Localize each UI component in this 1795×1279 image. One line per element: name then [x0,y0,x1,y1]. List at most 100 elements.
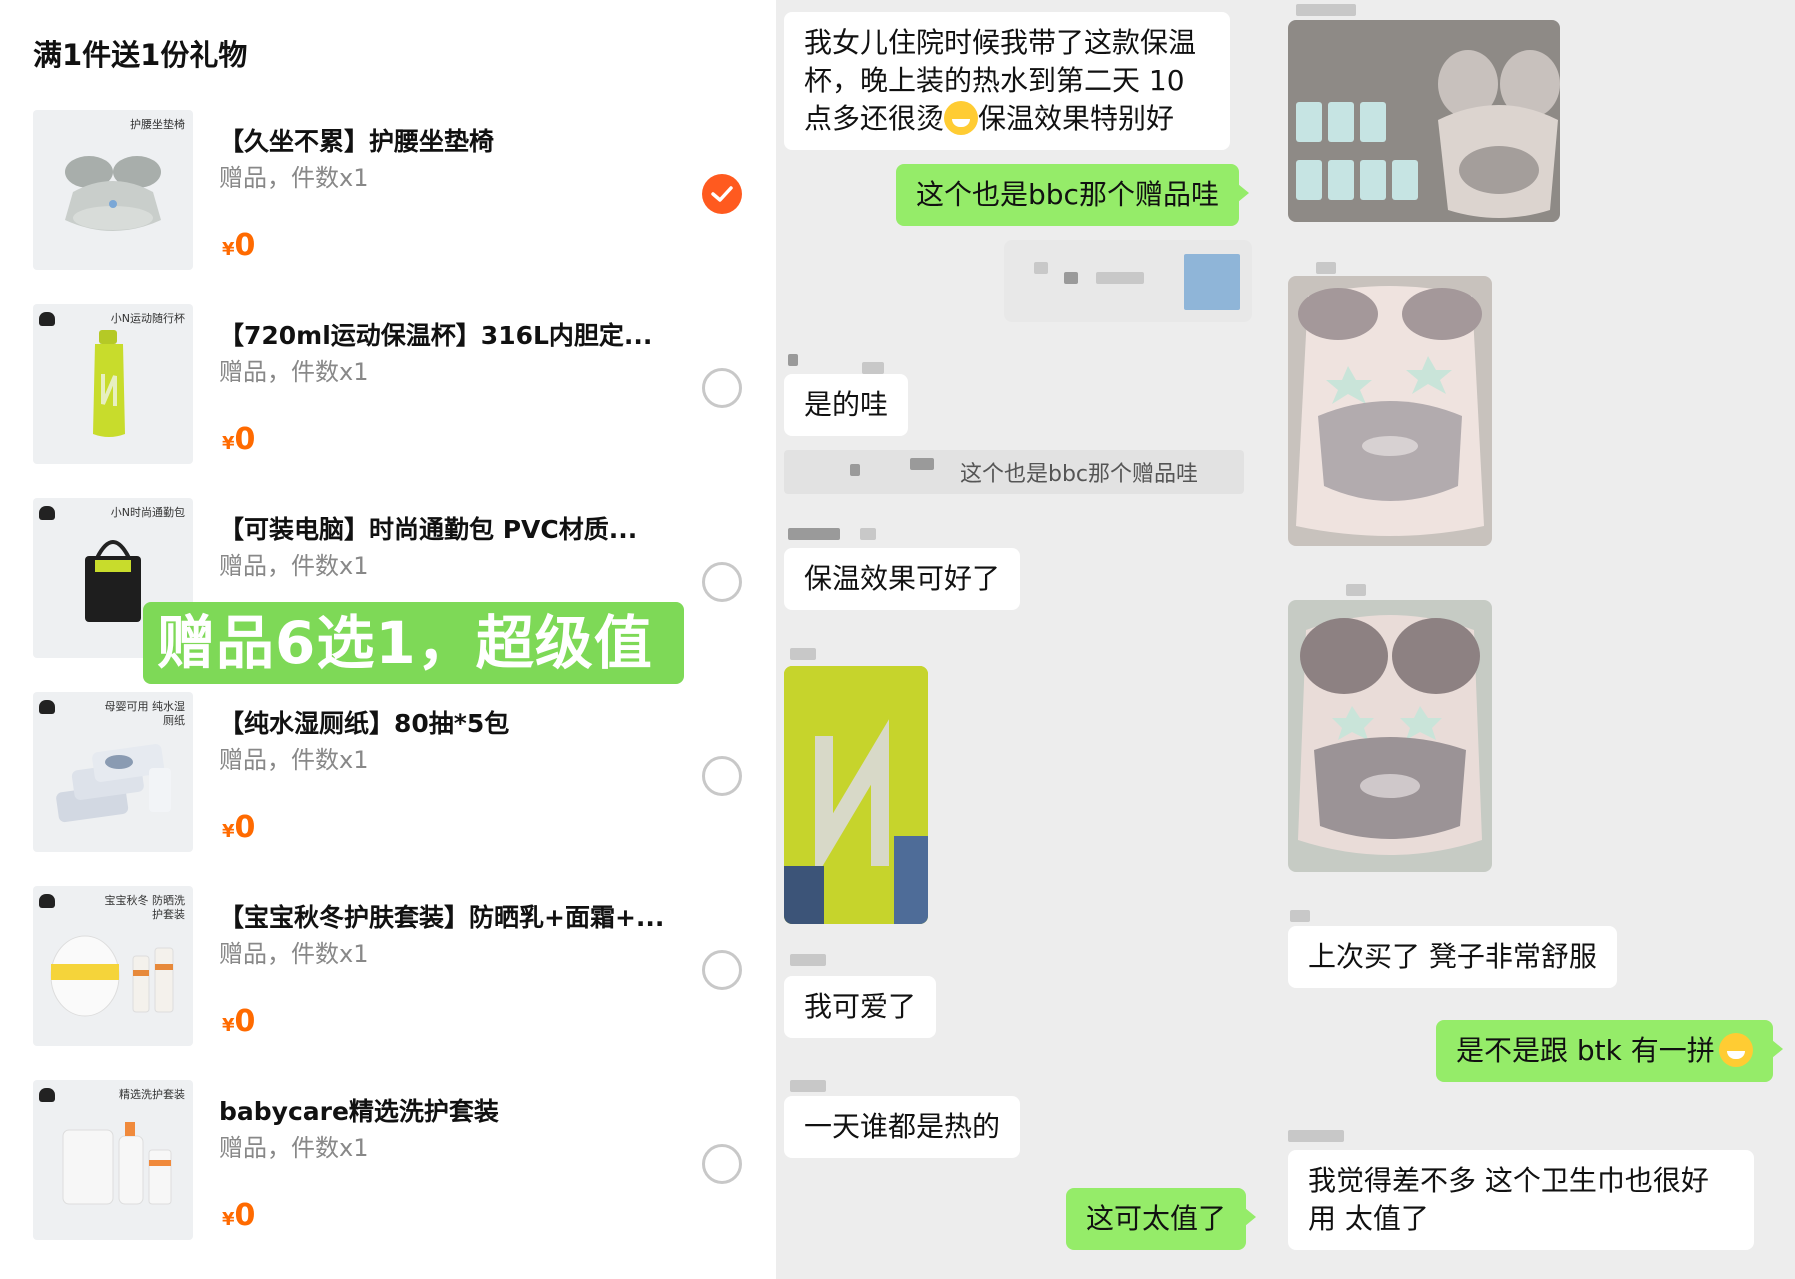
promo-banner: 赠品6选1，超级值 [143,602,684,684]
chat-bubble-me: 这个也是bbc那个赠品哇 [896,164,1249,226]
product-thumbnail: 母婴可用 纯水湿厕纸 [33,692,193,852]
forwarded-card[interactable] [1004,240,1252,322]
message-text: 一天谁都是热的 [804,1110,1001,1143]
chat-bubble-other: 我女儿住院时候我带了这款保温杯，晚上装的热水到第二天 10 点多还很烫 保温效果特… [784,12,1230,150]
gift-price: ¥0 [222,810,255,845]
chat-bubble-me: 是不是跟 btk 有一拼 [1436,1020,1783,1082]
blurred-text [1064,272,1078,284]
washcare-icon [62,1122,172,1205]
blurred-sender-name [1296,4,1356,16]
product-thumbnail: 精选洗护套装 [33,1080,193,1240]
currency-symbol: ¥ [222,433,235,454]
currency-symbol: ¥ [222,1209,235,1230]
product-thumbnail: 护腰坐垫椅 [33,110,193,270]
message-text: 保温效果可好了 [804,562,1001,595]
price-value: 0 [234,228,256,263]
blurred-sender-name [788,354,798,366]
product-thumbnail: 宝宝秋冬 防晒洗护套装 [33,886,193,1046]
gift-price: ¥0 [222,228,255,263]
message-text: 这个也是bbc那个赠品哇 [916,178,1219,211]
price-value: 0 [234,810,256,845]
grin-emoji-icon [1718,1033,1753,1067]
chat-bubble-other: 一天谁都是热的 [784,1096,1021,1158]
blurred-sender-name [860,528,876,540]
gift-price: ¥0 [222,1004,255,1039]
gift-quantity: 赠品，件数x1 [219,552,369,580]
card-thumbnail [1184,254,1240,310]
gift-quantity: 赠品，件数x1 [219,940,369,968]
message-text: 上次买了 凳子非常舒服 [1308,940,1597,973]
blurred-sender-name [790,954,826,966]
gift-item-washcare-set[interactable]: 精选洗护套装 babycare精选洗护套装 赠品，件数x1 ¥0 [0,1070,776,1240]
price-value: 0 [234,1004,256,1039]
blurred-sender-name [788,528,840,540]
currency-symbol: ¥ [222,1015,235,1036]
gift-item-skincare-set[interactable]: 宝宝秋冬 防晒洗护套装 【宝宝秋冬护肤套装】防晒乳+面霜+... 赠品，件数x1… [0,876,776,1046]
blurred-sender-name [1290,910,1310,922]
chat-bubble-other: 保温效果可好了 [784,548,1021,610]
unselected-radio[interactable] [702,368,742,408]
chat-photo-tumbler[interactable] [784,666,928,924]
gift-item-cushion[interactable]: 护腰坐垫椅 【久坐不累】护腰坐垫椅 赠品，件数x1 ¥0 [0,100,776,270]
quote-text: 这个也是bbc那个赠品哇 [960,462,1199,487]
gift-quantity: 赠品，件数x1 [219,1134,369,1162]
blurred-sender-name [1316,262,1336,274]
laugh-emoji-icon [944,101,979,135]
message-text: 是不是跟 btk 有一拼 [1456,1034,1715,1067]
currency-symbol: ¥ [222,239,235,260]
message-text: 是的哇 [804,388,889,421]
quoted-message[interactable]: 这个也是bbc那个赠品哇 [784,450,1244,494]
gift-quantity: 赠品，件数x1 [219,164,369,192]
selected-checkmark-radio[interactable] [702,174,742,214]
gift-name: 【可装电脑】时尚通勤包 PVC材质... [219,515,638,544]
blurred-sender-name [1346,584,1366,596]
tumbler-icon [93,330,125,437]
gift-name: 【久坐不累】护腰坐垫椅 [219,127,495,156]
panel-title: 满1件送1份礼物 [33,38,248,72]
blurred-sender-name [1288,1130,1344,1142]
pink-cushion-photo-icon [1296,286,1484,536]
gift-name: 【720ml运动保温杯】316L内胆定... [219,321,653,350]
chat-photo-cushion[interactable] [1288,20,1560,222]
message-text: 我觉得差不多 这个卫生巾也很好用 太值了 [1308,1164,1709,1235]
message-text-tail: 保温效果特别好 [978,102,1175,135]
cushion-2-photo-icon [1298,615,1482,855]
unselected-radio[interactable] [702,1144,742,1184]
blurred-text [1096,272,1144,284]
gift-name: 【宝宝秋冬护肤套装】防晒乳+面霜+... [219,903,665,932]
unselected-radio[interactable] [702,562,742,602]
chat-bubble-me: 这可太值了 [1066,1188,1257,1250]
blurred-sender-name [790,1080,826,1092]
blurred-sender-name [790,648,816,660]
gift-price: ¥0 [222,422,255,457]
wipes-icon [56,744,171,823]
chat-bubble-other: 我可爱了 [784,976,937,1038]
skincare-icon [50,935,174,1017]
gift-item-tumbler[interactable]: 小N运动随行杯 【720ml运动保温杯】316L内胆定... 赠品，件数x1 ¥… [0,294,776,464]
checkmark-icon [711,186,733,202]
price-value: 0 [234,422,256,457]
gift-price: ¥0 [222,1198,255,1233]
chat-bubble-other: 上次买了 凳子非常舒服 [1288,926,1617,988]
currency-symbol: ¥ [222,821,235,842]
tumbler-photo-icon [784,666,928,924]
price-value: 0 [234,1198,256,1233]
blurred-text [1034,262,1048,274]
gift-quantity: 赠品，件数x1 [219,746,369,774]
message-text: 我可爱了 [804,990,917,1023]
unselected-radio[interactable] [702,756,742,796]
chat-photo-cushion-2[interactable] [1288,600,1492,872]
unselected-radio[interactable] [702,950,742,990]
product-thumbnail: 小N运动随行杯 [33,304,193,464]
blurred-text [850,464,860,476]
gift-name: babycare精选洗护套装 [219,1097,499,1126]
chat-bubble-other: 是的哇 [784,374,909,436]
gift-item-wipes[interactable]: 母婴可用 纯水湿厕纸 【纯水湿厕纸】80抽*5包 赠品，件数x1 ¥0 [0,682,776,852]
blurred-text [910,458,934,470]
cushion-photo-icon [1296,50,1560,218]
chat-photo-pink-cushion[interactable] [1288,276,1492,546]
chat-panel: 我女儿住院时候我带了这款保温杯，晚上装的热水到第二天 10 点多还很烫 保温效果特… [776,0,1795,1279]
chat-bubble-other: 我觉得差不多 这个卫生巾也很好用 太值了 [1288,1150,1754,1250]
gift-selection-panel: 满1件送1份礼物 护腰坐垫椅 【久坐不累】护腰坐垫椅 赠品，件数x1 ¥0 小N… [0,0,776,1279]
gift-name: 【纯水湿厕纸】80抽*5包 [219,709,510,738]
